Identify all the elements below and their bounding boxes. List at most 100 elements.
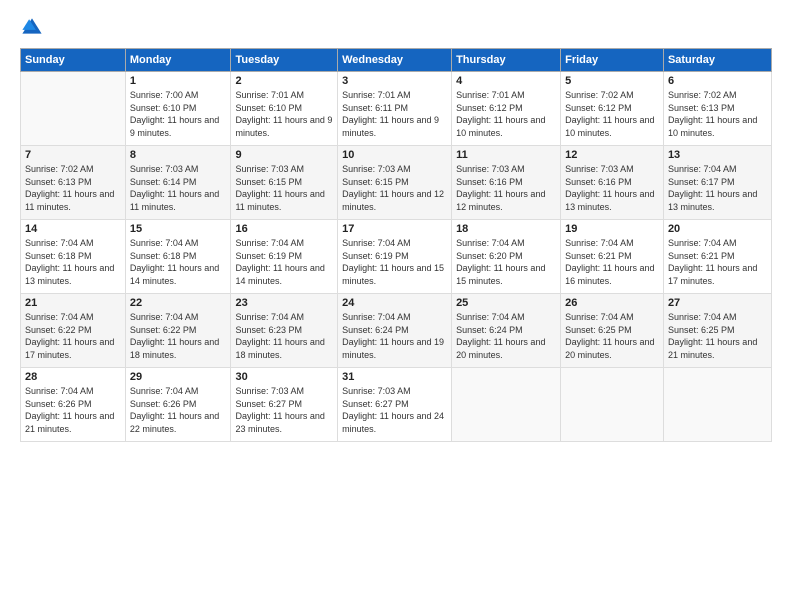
calendar-week-row: 7 Sunrise: 7:02 AMSunset: 6:13 PMDaylight… bbox=[21, 146, 772, 220]
day-number: 10 bbox=[342, 149, 447, 161]
day-detail: Sunrise: 7:01 AMSunset: 6:12 PMDaylight:… bbox=[456, 89, 556, 139]
day-number: 2 bbox=[235, 75, 333, 87]
day-detail: Sunrise: 7:01 AMSunset: 6:10 PMDaylight:… bbox=[235, 89, 333, 139]
day-detail: Sunrise: 7:04 AMSunset: 6:25 PMDaylight:… bbox=[565, 311, 659, 361]
table-row bbox=[452, 368, 561, 442]
day-detail: Sunrise: 7:04 AMSunset: 6:17 PMDaylight:… bbox=[668, 163, 767, 213]
day-number: 17 bbox=[342, 223, 447, 235]
day-number: 1 bbox=[130, 75, 227, 87]
day-number: 22 bbox=[130, 297, 227, 309]
calendar-table: SundayMondayTuesdayWednesdayThursdayFrid… bbox=[20, 48, 772, 442]
day-detail: Sunrise: 7:04 AMSunset: 6:21 PMDaylight:… bbox=[565, 237, 659, 287]
table-row: 5 Sunrise: 7:02 AMSunset: 6:12 PMDaylight… bbox=[561, 72, 664, 146]
day-detail: Sunrise: 7:04 AMSunset: 6:26 PMDaylight:… bbox=[25, 385, 121, 435]
table-row: 31Sunrise: 7:03 AMSunset: 6:27 PMDayligh… bbox=[338, 368, 452, 442]
table-row: 7 Sunrise: 7:02 AMSunset: 6:13 PMDaylight… bbox=[21, 146, 126, 220]
day-number: 29 bbox=[130, 371, 227, 383]
day-detail: Sunrise: 7:02 AMSunset: 6:12 PMDaylight:… bbox=[565, 89, 659, 139]
calendar-week-row: 28 Sunrise: 7:04 AMSunset: 6:26 PMDayligh… bbox=[21, 368, 772, 442]
day-detail: Sunrise: 7:03 AMSunset: 6:15 PMDaylight:… bbox=[342, 163, 447, 213]
table-row: 25 Sunrise: 7:04 AMSunset: 6:24 PMDayligh… bbox=[452, 294, 561, 368]
day-number: 3 bbox=[342, 75, 447, 87]
table-row: 17Sunrise: 7:04 AMSunset: 6:19 PMDayligh… bbox=[338, 220, 452, 294]
table-row: 19Sunrise: 7:04 AMSunset: 6:21 PMDayligh… bbox=[561, 220, 664, 294]
table-header-row: SundayMondayTuesdayWednesdayThursdayFrid… bbox=[21, 49, 772, 72]
day-detail: Sunrise: 7:01 AMSunset: 6:11 PMDaylight:… bbox=[342, 89, 447, 139]
table-row: 23 Sunrise: 7:04 AMSunset: 6:23 PMDayligh… bbox=[231, 294, 338, 368]
logo-icon bbox=[20, 16, 44, 40]
page: SundayMondayTuesdayWednesdayThursdayFrid… bbox=[0, 0, 792, 612]
day-number: 16 bbox=[235, 223, 333, 235]
col-header-wednesday: Wednesday bbox=[338, 49, 452, 72]
day-number: 23 bbox=[235, 297, 333, 309]
table-row: 26 Sunrise: 7:04 AMSunset: 6:25 PMDayligh… bbox=[561, 294, 664, 368]
table-row: 14 Sunrise: 7:04 AMSunset: 6:18 PMDayligh… bbox=[21, 220, 126, 294]
day-detail: Sunrise: 7:03 AMSunset: 6:14 PMDaylight:… bbox=[130, 163, 227, 213]
day-detail: Sunrise: 7:04 AMSunset: 6:25 PMDaylight:… bbox=[668, 311, 767, 361]
col-header-sunday: Sunday bbox=[21, 49, 126, 72]
day-number: 28 bbox=[25, 371, 121, 383]
table-row: 16 Sunrise: 7:04 AMSunset: 6:19 PMDayligh… bbox=[231, 220, 338, 294]
day-number: 8 bbox=[130, 149, 227, 161]
day-detail: Sunrise: 7:04 AMSunset: 6:24 PMDaylight:… bbox=[456, 311, 556, 361]
table-row: 21 Sunrise: 7:04 AMSunset: 6:22 PMDayligh… bbox=[21, 294, 126, 368]
header bbox=[20, 16, 772, 40]
day-number: 6 bbox=[668, 75, 767, 87]
table-row: 2 Sunrise: 7:01 AMSunset: 6:10 PMDaylight… bbox=[231, 72, 338, 146]
day-detail: Sunrise: 7:04 AMSunset: 6:18 PMDaylight:… bbox=[130, 237, 227, 287]
day-detail: Sunrise: 7:03 AMSunset: 6:27 PMDaylight:… bbox=[235, 385, 333, 435]
table-row bbox=[21, 72, 126, 146]
table-row: 9 Sunrise: 7:03 AMSunset: 6:15 PMDaylight… bbox=[231, 146, 338, 220]
table-row: 24Sunrise: 7:04 AMSunset: 6:24 PMDayligh… bbox=[338, 294, 452, 368]
day-number: 7 bbox=[25, 149, 121, 161]
day-number: 18 bbox=[456, 223, 556, 235]
day-number: 15 bbox=[130, 223, 227, 235]
table-row: 30 Sunrise: 7:03 AMSunset: 6:27 PMDayligh… bbox=[231, 368, 338, 442]
table-row: 18 Sunrise: 7:04 AMSunset: 6:20 PMDayligh… bbox=[452, 220, 561, 294]
col-header-friday: Friday bbox=[561, 49, 664, 72]
day-number: 30 bbox=[235, 371, 333, 383]
col-header-thursday: Thursday bbox=[452, 49, 561, 72]
day-detail: Sunrise: 7:03 AMSunset: 6:15 PMDaylight:… bbox=[235, 163, 333, 213]
day-detail: Sunrise: 7:02 AMSunset: 6:13 PMDaylight:… bbox=[25, 163, 121, 213]
day-detail: Sunrise: 7:03 AMSunset: 6:16 PMDaylight:… bbox=[456, 163, 556, 213]
calendar-week-row: 14 Sunrise: 7:04 AMSunset: 6:18 PMDayligh… bbox=[21, 220, 772, 294]
calendar-week-row: 1 Sunrise: 7:00 AMSunset: 6:10 PMDaylight… bbox=[21, 72, 772, 146]
day-detail: Sunrise: 7:00 AMSunset: 6:10 PMDaylight:… bbox=[130, 89, 227, 139]
day-detail: Sunrise: 7:04 AMSunset: 6:20 PMDaylight:… bbox=[456, 237, 556, 287]
table-row: 3 Sunrise: 7:01 AMSunset: 6:11 PMDaylight… bbox=[338, 72, 452, 146]
col-header-saturday: Saturday bbox=[663, 49, 771, 72]
day-detail: Sunrise: 7:04 AMSunset: 6:21 PMDaylight:… bbox=[668, 237, 767, 287]
day-number: 11 bbox=[456, 149, 556, 161]
day-number: 9 bbox=[235, 149, 333, 161]
table-row: 28 Sunrise: 7:04 AMSunset: 6:26 PMDayligh… bbox=[21, 368, 126, 442]
table-row: 4Sunrise: 7:01 AMSunset: 6:12 PMDaylight… bbox=[452, 72, 561, 146]
day-detail: Sunrise: 7:02 AMSunset: 6:13 PMDaylight:… bbox=[668, 89, 767, 139]
day-number: 21 bbox=[25, 297, 121, 309]
table-row bbox=[663, 368, 771, 442]
day-detail: Sunrise: 7:04 AMSunset: 6:22 PMDaylight:… bbox=[25, 311, 121, 361]
table-row: 22 Sunrise: 7:04 AMSunset: 6:22 PMDayligh… bbox=[125, 294, 231, 368]
day-detail: Sunrise: 7:04 AMSunset: 6:19 PMDaylight:… bbox=[235, 237, 333, 287]
day-number: 12 bbox=[565, 149, 659, 161]
table-row: 1 Sunrise: 7:00 AMSunset: 6:10 PMDaylight… bbox=[125, 72, 231, 146]
table-row: 6 Sunrise: 7:02 AMSunset: 6:13 PMDaylight… bbox=[663, 72, 771, 146]
logo bbox=[20, 16, 50, 40]
day-number: 26 bbox=[565, 297, 659, 309]
day-detail: Sunrise: 7:03 AMSunset: 6:16 PMDaylight:… bbox=[565, 163, 659, 213]
day-detail: Sunrise: 7:03 AMSunset: 6:27 PMDaylight:… bbox=[342, 385, 447, 435]
day-number: 14 bbox=[25, 223, 121, 235]
calendar-week-row: 21 Sunrise: 7:04 AMSunset: 6:22 PMDayligh… bbox=[21, 294, 772, 368]
day-detail: Sunrise: 7:04 AMSunset: 6:22 PMDaylight:… bbox=[130, 311, 227, 361]
day-number: 24 bbox=[342, 297, 447, 309]
day-detail: Sunrise: 7:04 AMSunset: 6:23 PMDaylight:… bbox=[235, 311, 333, 361]
day-number: 13 bbox=[668, 149, 767, 161]
day-detail: Sunrise: 7:04 AMSunset: 6:18 PMDaylight:… bbox=[25, 237, 121, 287]
table-row bbox=[561, 368, 664, 442]
day-number: 25 bbox=[456, 297, 556, 309]
table-row: 11 Sunrise: 7:03 AMSunset: 6:16 PMDayligh… bbox=[452, 146, 561, 220]
col-header-monday: Monday bbox=[125, 49, 231, 72]
table-row: 8 Sunrise: 7:03 AMSunset: 6:14 PMDaylight… bbox=[125, 146, 231, 220]
day-number: 5 bbox=[565, 75, 659, 87]
day-number: 27 bbox=[668, 297, 767, 309]
